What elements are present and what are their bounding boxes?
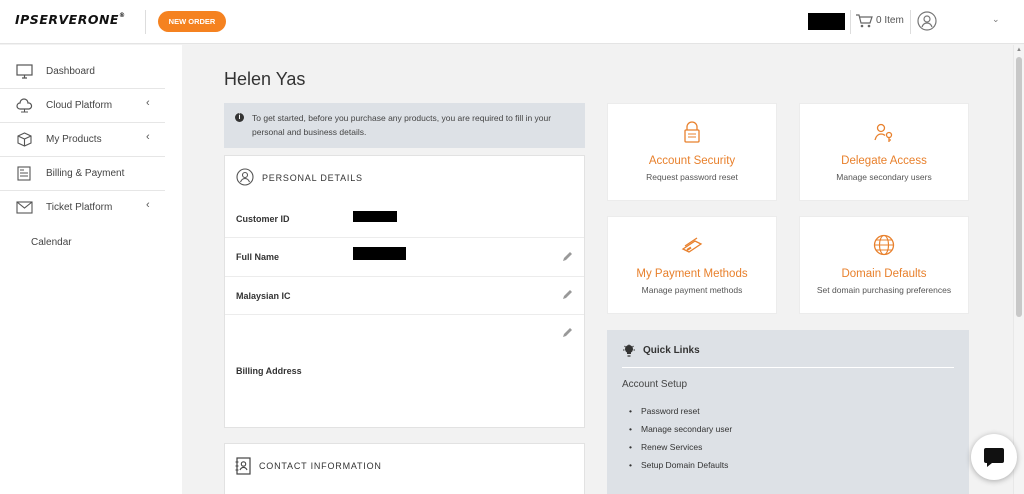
- header-divider: [145, 10, 146, 34]
- contact-information-card: CONTACT INFORMATION: [224, 443, 585, 494]
- sidebar-item-calendar[interactable]: Calendar: [31, 237, 72, 248]
- quick-links-list: Password reset Manage secondary user Ren…: [629, 405, 732, 477]
- detail-row-full-name: Full Name: [225, 238, 584, 277]
- chevron-left-icon[interactable]: ‹: [146, 199, 150, 211]
- tile-subtitle: Request password reset: [646, 172, 738, 182]
- redacted-value: [353, 211, 397, 222]
- credit-card-icon: [681, 237, 703, 253]
- quick-link-setup-domain-defaults[interactable]: Setup Domain Defaults: [629, 459, 732, 477]
- detail-row-customer-id: Customer ID: [225, 200, 584, 238]
- quick-links-section: Account Setup: [622, 379, 688, 390]
- sidebar-item-label: Billing & Payment: [46, 168, 125, 179]
- sidebar-item-my-products[interactable]: My Products ‹: [0, 123, 165, 157]
- detail-row-malaysian-ic: Malaysian IC: [225, 277, 584, 315]
- logo-text: IPSERVERONE: [15, 12, 119, 27]
- info-icon: i: [235, 113, 244, 122]
- quick-links-title: Quick Links: [643, 345, 700, 356]
- envelope-icon: [16, 201, 33, 214]
- cart-icon[interactable]: [855, 13, 873, 29]
- chat-widget-button[interactable]: [971, 434, 1017, 480]
- scrollbar-thumb[interactable]: [1016, 57, 1022, 317]
- quick-links-panel: Quick Links Account Setup Password reset…: [607, 330, 969, 494]
- section-title: PERSONAL DETAILS: [262, 173, 363, 183]
- sidebar-item-ticket-platform[interactable]: Ticket Platform ‹: [0, 191, 165, 225]
- tile-subtitle: Set domain purchasing preferences: [816, 285, 952, 295]
- edit-pencil-icon[interactable]: [561, 251, 573, 263]
- contact-card-icon: [235, 457, 251, 475]
- detail-row-billing-address: Billing Address: [225, 315, 584, 427]
- tile-account-security[interactable]: Account Security Request password reset: [607, 103, 777, 201]
- tile-title: Domain Defaults: [841, 268, 927, 280]
- personal-details-card: PERSONAL DETAILS Customer ID Full Name M…: [224, 155, 585, 428]
- header-divider: [850, 10, 851, 34]
- tile-subtitle: Manage payment methods: [641, 285, 743, 295]
- page-scrollbar[interactable]: ▲: [1013, 45, 1024, 494]
- user-key-icon: [874, 123, 893, 142]
- field-label: Malaysian IC: [236, 291, 291, 301]
- cloud-icon: [16, 98, 33, 113]
- quick-link-password-reset[interactable]: Password reset: [629, 405, 732, 423]
- new-order-button[interactable]: NEW ORDER: [158, 11, 226, 32]
- sidebar-item-billing-payment[interactable]: Billing & Payment: [0, 157, 165, 191]
- user-avatar-icon[interactable]: [917, 11, 937, 31]
- tile-delegate-access[interactable]: Delegate Access Manage secondary users: [799, 103, 969, 201]
- lock-icon: [684, 121, 700, 143]
- sidebar-item-dashboard[interactable]: Dashboard: [0, 55, 165, 89]
- redacted-value: [353, 247, 406, 260]
- notice-text: To get started, before you purchase any …: [252, 113, 552, 137]
- tile-title: Account Security: [648, 155, 736, 167]
- field-label: Customer ID: [236, 214, 290, 224]
- section-title: CONTACT INFORMATION: [259, 461, 382, 471]
- edit-pencil-icon[interactable]: [561, 289, 573, 301]
- logo-mark: ®: [118, 12, 126, 19]
- invoice-icon: [17, 166, 31, 181]
- monitor-icon: [16, 64, 33, 79]
- sidebar: Dashboard Cloud Platform ‹ My Products ‹…: [0, 45, 182, 494]
- top-header: IPSERVERONE® NEW ORDER 0 Item ⌄: [0, 0, 1024, 44]
- chat-bubble-icon: [984, 448, 1004, 467]
- scroll-up-arrow-icon[interactable]: ▲: [1016, 47, 1022, 53]
- box-icon: [17, 132, 32, 147]
- tile-title: My Payment Methods: [636, 268, 748, 280]
- tile-domain-defaults[interactable]: Domain Defaults Set domain purchasing pr…: [799, 216, 969, 314]
- cart-count[interactable]: 0 Item: [876, 15, 904, 26]
- ipserverone-logo[interactable]: IPSERVERONE®: [15, 12, 125, 27]
- info-notice: i To get started, before you purchase an…: [224, 103, 585, 148]
- field-label: Billing Address: [236, 366, 302, 376]
- header-divider: [910, 10, 911, 34]
- chevron-left-icon[interactable]: ‹: [146, 131, 150, 143]
- field-label: Full Name: [236, 252, 280, 262]
- divider: [622, 367, 954, 368]
- sidebar-item-cloud-platform[interactable]: Cloud Platform ‹: [0, 89, 165, 123]
- quick-link-renew-services[interactable]: Renew Services: [629, 441, 732, 459]
- tile-my-payment-methods[interactable]: My Payment Methods Manage payment method…: [607, 216, 777, 314]
- redacted-account-name: [808, 13, 845, 30]
- edit-pencil-icon[interactable]: [561, 327, 573, 339]
- chevron-left-icon[interactable]: ‹: [146, 97, 150, 109]
- sidebar-item-label: My Products: [46, 134, 102, 145]
- chevron-down-icon[interactable]: ⌄: [992, 14, 1000, 25]
- page-title: Helen Yas: [224, 69, 306, 89]
- lightbulb-icon: [623, 344, 635, 357]
- sidebar-item-label: Cloud Platform: [46, 100, 113, 111]
- sidebar-item-label: Ticket Platform: [46, 202, 113, 213]
- person-icon: [236, 168, 254, 186]
- sidebar-item-label: Dashboard: [46, 66, 95, 77]
- globe-www-icon: [873, 234, 895, 256]
- tile-subtitle: Manage secondary users: [836, 172, 932, 182]
- tile-title: Delegate Access: [841, 155, 927, 167]
- quick-link-manage-secondary-user[interactable]: Manage secondary user: [629, 423, 732, 441]
